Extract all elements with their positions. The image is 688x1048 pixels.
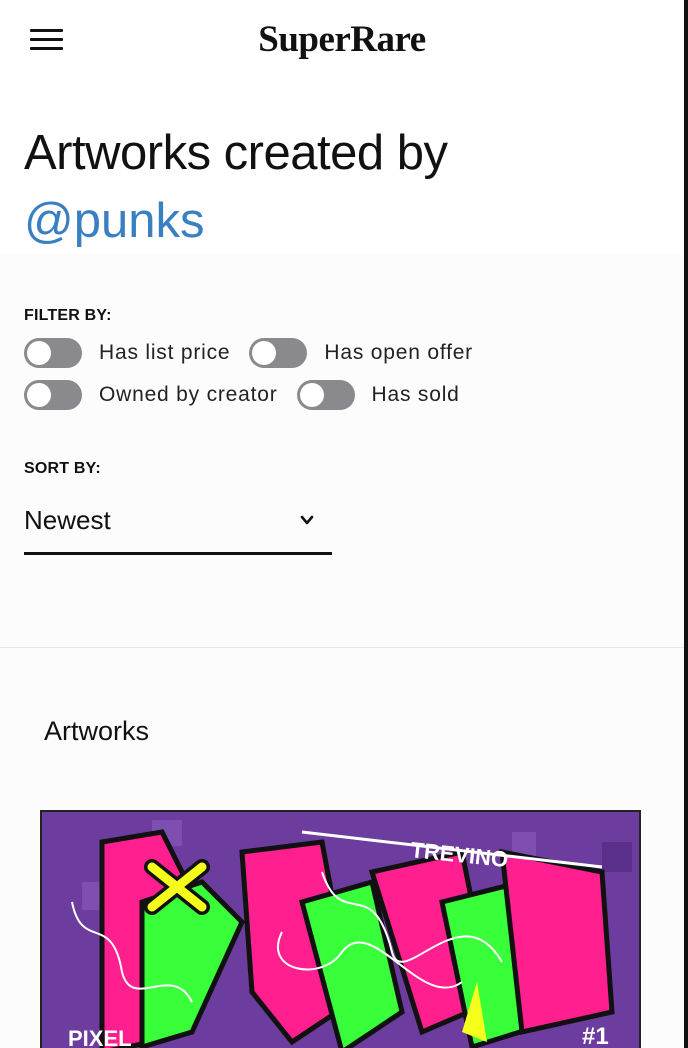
chevron-down-icon [300,515,314,525]
toggle-label-has-list-price: Has list price [99,341,231,364]
logo[interactable]: SuperRare [0,18,684,61]
page-heading: Artworks created by @punks [24,120,664,256]
toggle-label-has-open-offer: Has open offer [324,341,473,364]
artwork-card[interactable]: TREVINO PIXEL #1 [40,810,641,1048]
filter-row-2: Owned by creator Has sold [24,379,479,411]
toggle-label-owned-by-creator: Owned by creator [99,383,278,406]
screen-edge [684,0,688,1048]
page: SuperRare Artworks created by @punks FIL… [0,0,688,1048]
top-bar: SuperRare [0,0,684,82]
artwork-text-left: PIXEL [68,1026,132,1048]
sort-select[interactable]: Newest [24,501,332,555]
toggle-has-sold[interactable] [296,380,355,410]
filter-by-label: FILTER BY: [24,307,112,324]
artworks-heading: Artworks [44,716,150,746]
artwork-text-right: #1 [582,1023,609,1048]
toggle-has-list-price[interactable] [24,338,82,368]
toggle-label-has-sold: Has sold [371,383,460,406]
artwork-image: TREVINO PIXEL #1 [42,812,639,1048]
filter-row-1: Has list price Has open offer [24,337,492,369]
toggle-has-open-offer[interactable] [249,338,308,368]
sort-by-label: SORT BY: [24,460,101,477]
sort-selected-value: Newest [24,505,111,535]
creator-handle-link[interactable]: @punks [24,186,664,256]
toggle-owned-by-creator[interactable] [24,380,82,410]
filters-panel: FILTER BY: Has list price Has open offer… [0,255,684,647]
page-title: Artworks created by [24,126,448,180]
